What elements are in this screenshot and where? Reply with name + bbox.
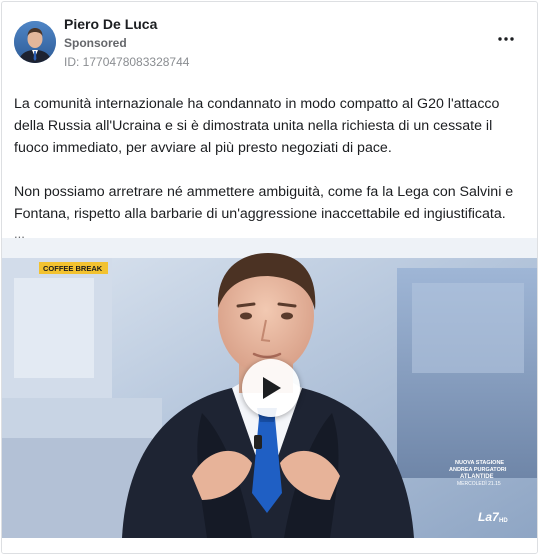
avatar-portrait-image [14, 21, 56, 63]
more-options-button[interactable] [495, 30, 517, 48]
show-badge-text: COFFEE BREAK [43, 264, 103, 273]
three-dots-icon [498, 37, 514, 41]
post-header: Piero De Luca Sponsored ID: 177047808332… [2, 2, 537, 82]
sponsored-label: Sponsored [64, 36, 127, 50]
promo-line-2: ANDREA PURGATORI [449, 467, 507, 473]
play-button[interactable] [242, 359, 300, 417]
channel-logo-text: La7 [478, 510, 500, 524]
play-icon [263, 377, 281, 399]
post-paragraph-1: La comunità internazionale ha condannato… [14, 96, 500, 156]
post-body: La comunità internazionale ha condannato… [14, 93, 526, 243]
author-name[interactable]: Piero De Luca [64, 16, 157, 32]
post-footer [2, 538, 537, 553]
promo-line-4: MERCOLEDÌ 21.15 [457, 480, 501, 487]
sponsored-post-card: Piero De Luca Sponsored ID: 177047808332… [1, 1, 538, 554]
author-avatar[interactable] [14, 21, 56, 63]
promo-line-3: ATLANTIDE [460, 474, 494, 480]
ad-id: ID: 1770478083328744 [64, 55, 190, 69]
promo-line-1: NUOVA STAGIONE [455, 460, 504, 466]
post-paragraph-2: Non possiamo arretrare né ammettere ambi… [14, 184, 514, 222]
channel-hd-text: HD [499, 518, 508, 524]
